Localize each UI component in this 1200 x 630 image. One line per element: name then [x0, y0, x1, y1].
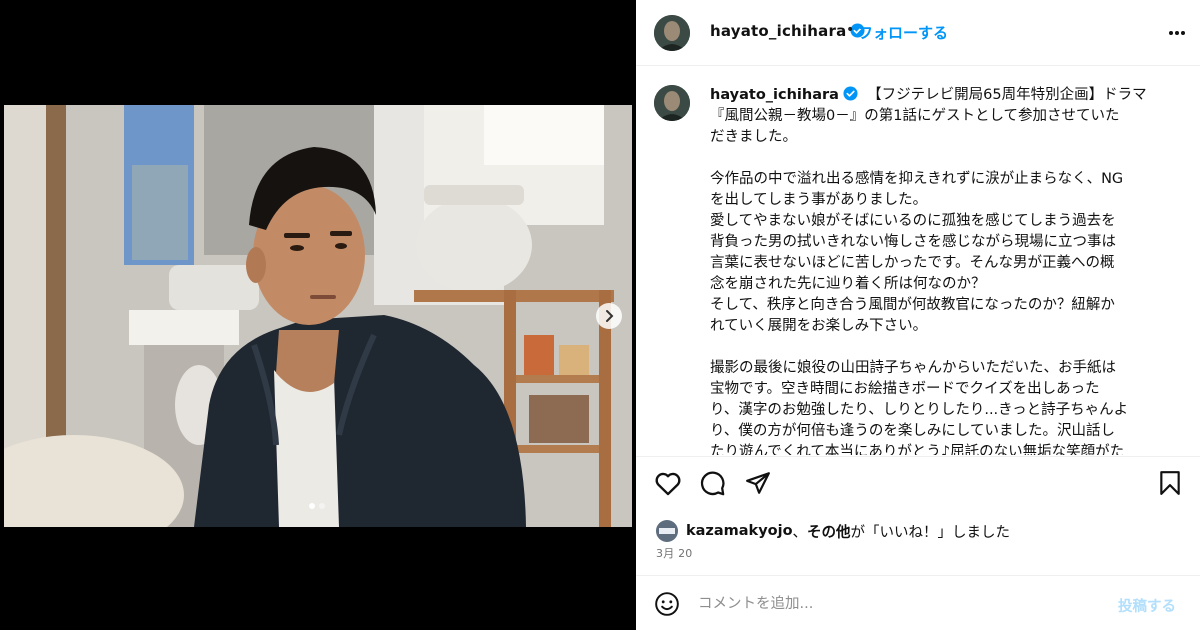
bookmark-icon[interactable] [1158, 470, 1182, 496]
caption-text: だきました。 [710, 129, 797, 145]
caption-section: hayato_ichihara 【フジテレビ開局65周年特別企画】ドラマ 『風間… [636, 67, 1200, 455]
post-caption: hayato_ichihara 【フジテレビ開局65周年特別企画】ドラマ 『風間… [710, 85, 1160, 455]
media-viewer [0, 0, 636, 630]
likes-summary: kazamakyojo、その他 が「いいね！」しました [656, 520, 1010, 542]
liker-username[interactable]: kazamakyojo [686, 523, 793, 539]
heart-icon[interactable] [654, 470, 682, 496]
caption-text: 愛してやまない娘がそばにいるのに孤独を感じてしまう過去を [710, 213, 1116, 229]
chevron-right-icon [606, 310, 614, 322]
post-comment-button[interactable]: 投稿する [1118, 595, 1176, 616]
caption-spacer [710, 337, 1160, 358]
comment-input[interactable] [698, 593, 1078, 615]
header-username-text[interactable]: hayato_ichihara [710, 22, 846, 40]
follow-button[interactable]: フォローする [858, 22, 948, 43]
emoji-icon[interactable] [654, 591, 680, 617]
caption-text: を出してしまう事がありました。 [710, 192, 928, 208]
caption-text: 念を崩された先に辿り着く所は何なのか？ [710, 276, 986, 292]
caption-text: 【フジテレビ開局65周年特別企画】ドラマ [867, 87, 1147, 103]
carousel-dot [319, 503, 325, 509]
caption-text: 背負った男の拭いきれない悔しさを感じながら現場に立つ事は [710, 234, 1116, 250]
avatar[interactable] [654, 15, 690, 51]
photo-illustration [4, 105, 632, 527]
caption-text: り、僕の方が何倍も逢うのを楽しみにしていました。沢山話し [710, 423, 1115, 439]
share-icon[interactable] [745, 470, 771, 496]
instagram-post-view: hayato_ichihara • フォローする hayato_ichihara… [0, 0, 1200, 630]
avatar[interactable] [654, 85, 690, 121]
header-separator: • [846, 22, 855, 38]
post-header: hayato_ichihara • フォローする [636, 0, 1200, 66]
caption-text: り、漢字のお勉強したり、しりとりしたり...きっと詩子ちゃんよ [710, 402, 1129, 418]
post-photo[interactable] [4, 105, 632, 527]
caption-text: 『風間公親－教場0－』の第1話にゲストとして参加させていた [710, 108, 1120, 124]
likes-suffix: が「いいね！」しました [850, 524, 1011, 541]
caption-text: 撮影の最後に娘役の山田詩子ちゃんからいただいた、お手紙は [710, 360, 1116, 376]
caption-text: 言葉に表せないほどに苦しかったです。そんな男が正義への概 [710, 255, 1115, 271]
caption-text: 宝物です。空き時間にお絵描きボードでクイズを出しあった [710, 381, 1100, 397]
comment-icon[interactable] [699, 470, 726, 497]
caption-spacer [710, 148, 1160, 169]
post-date[interactable]: 3月 20 [656, 545, 693, 561]
caption-text: たり遊んでくれて本当にありがとう♪屈託のない無垢な笑顔がた [710, 444, 1125, 455]
caption-line-0: hayato_ichihara 【フジテレビ開局65周年特別企画】ドラマ [710, 85, 1160, 106]
liker-avatar[interactable] [656, 520, 678, 542]
avatar-image [654, 85, 690, 121]
carousel-dot-active [309, 503, 315, 509]
avatar-image [654, 15, 690, 51]
caption-username[interactable]: hayato_ichihara [710, 87, 839, 103]
caption-text: そして、秩序と向き合う風間が何故教官になったのか？紐解か [710, 297, 1115, 313]
avatar-image [656, 520, 678, 542]
header-username[interactable]: hayato_ichihara [710, 22, 865, 40]
more-options-icon[interactable] [1168, 30, 1186, 36]
post-sidebar: hayato_ichihara • フォローする hayato_ichihara… [636, 0, 1200, 630]
likes-others-link[interactable]: その他 [807, 521, 851, 542]
likes-joiner: 、 [792, 524, 808, 541]
carousel-next-button[interactable] [596, 303, 622, 329]
carousel-indicator [309, 503, 325, 509]
caption-text: れていく展開をお楽しみ下さい。 [710, 318, 928, 334]
comment-bar: 投稿する [636, 575, 1200, 630]
caption-text: 今作品の中で溢れ出る感情を抑えきれずに涙が止まらなく、NG [710, 171, 1124, 187]
verified-badge-icon [843, 86, 858, 101]
